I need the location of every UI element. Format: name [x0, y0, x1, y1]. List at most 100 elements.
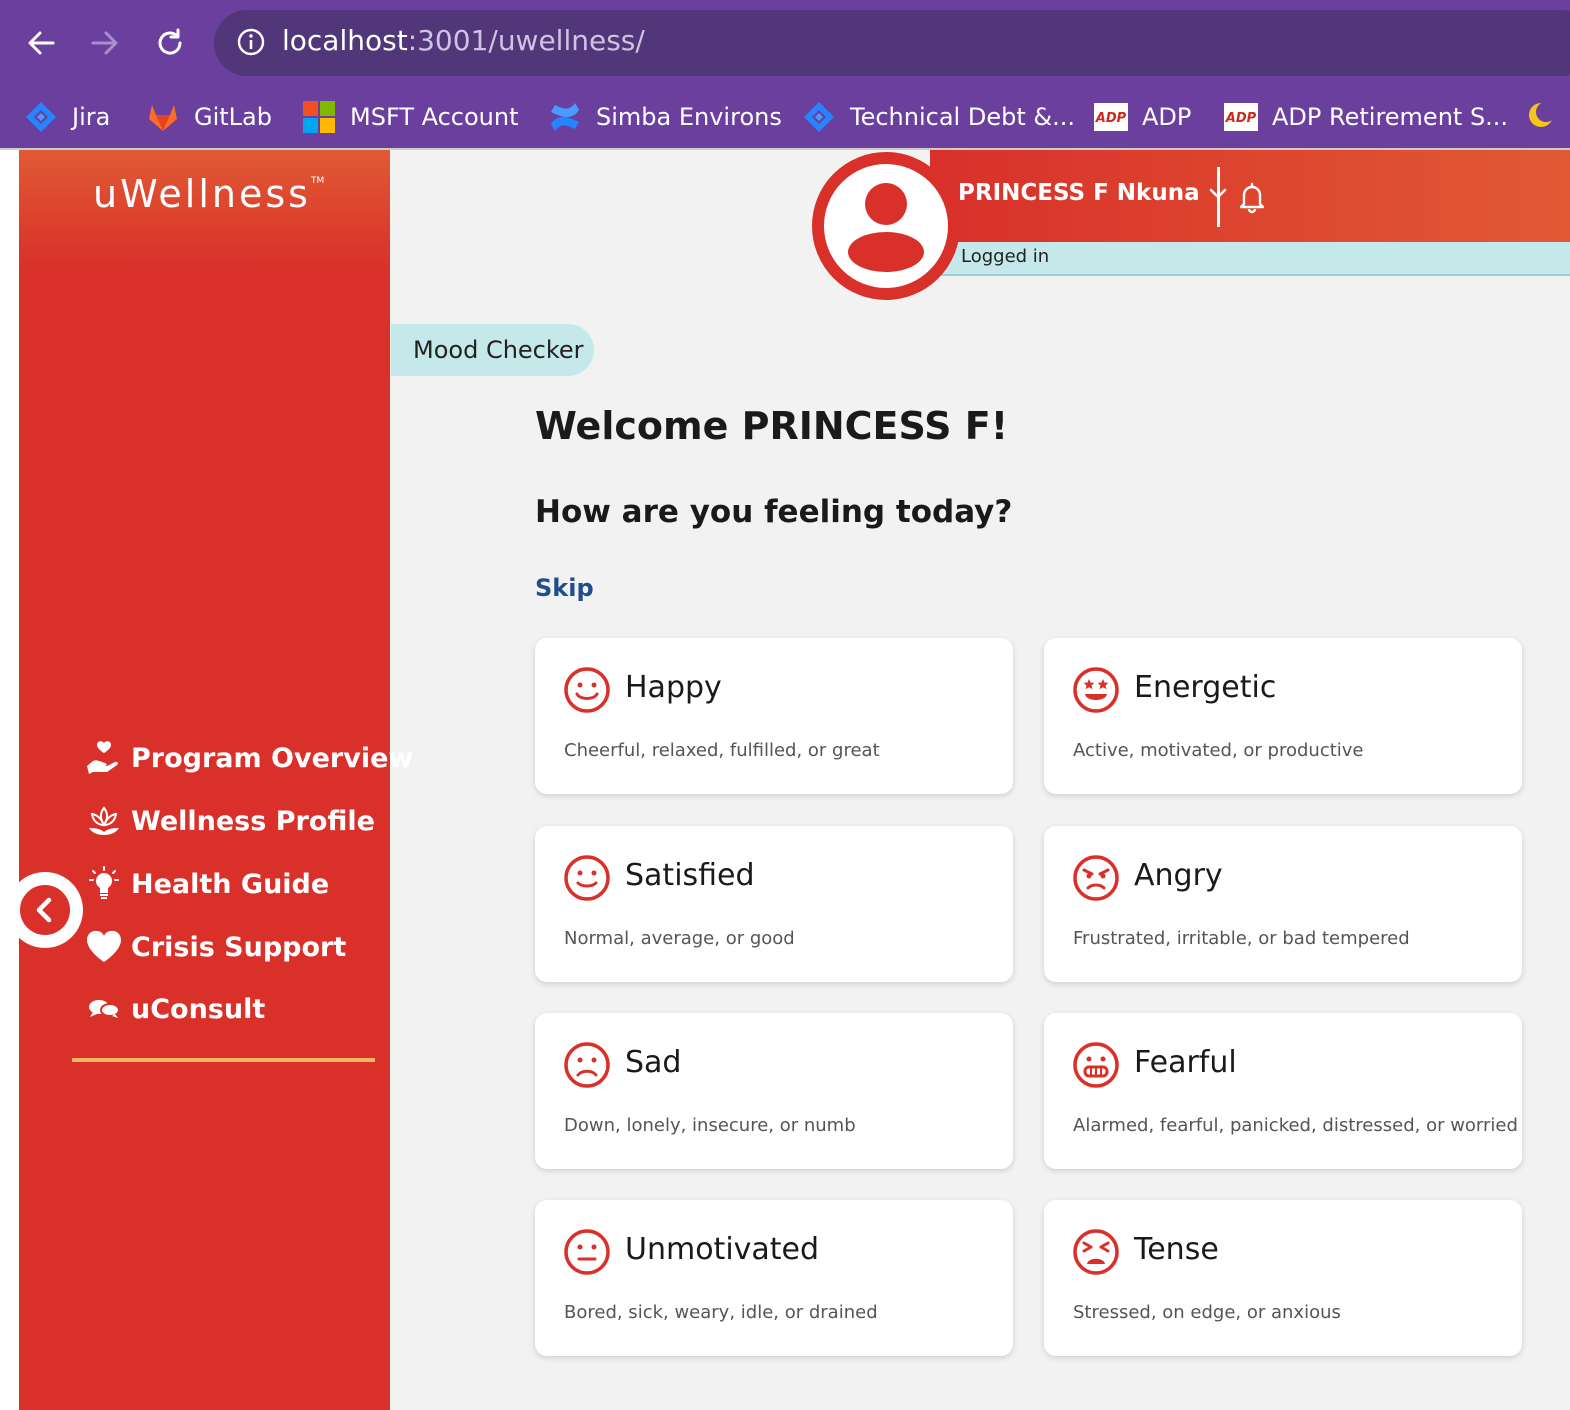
svg-text:ADP: ADP: [1095, 111, 1127, 126]
reload-icon[interactable]: [145, 18, 195, 68]
tab-mood-checker[interactable]: Mood Checker: [391, 324, 594, 376]
back-arrow-icon[interactable]: [16, 18, 66, 68]
user-menu[interactable]: PRINCESS F Nkuna: [958, 180, 1228, 206]
site-info-icon[interactable]: [236, 27, 266, 61]
sidebar-divider: [72, 1058, 375, 1062]
mood-card-angry[interactable]: Angry Frustrated, irritable, or bad temp…: [1044, 826, 1522, 982]
sidebar-item-label: Crisis Support: [131, 931, 347, 963]
bell-icon[interactable]: [1235, 180, 1269, 214]
bookmark-label: GitLab: [194, 103, 272, 131]
angry-face-icon: [1073, 855, 1119, 901]
mood-card-satisfied[interactable]: Satisfied Normal, average, or good: [535, 826, 1013, 982]
address-bar[interactable]: localhost:3001/uwellness/: [214, 10, 1570, 76]
bookmark-technical-debt[interactable]: Technical Debt &...: [802, 96, 1075, 138]
logo-trademark: TM: [310, 176, 325, 186]
url-path: :3001/uwellness/: [407, 24, 645, 57]
bookmark-adp[interactable]: ADP ADP: [1094, 96, 1191, 138]
mood-card-energetic[interactable]: Energetic Active, motivated, or producti…: [1044, 638, 1522, 794]
sidebar-item-label: Program Overview: [131, 742, 414, 774]
bookmark-msft-account[interactable]: MSFT Account: [302, 96, 519, 138]
bookmark-label: Technical Debt &...: [850, 103, 1075, 131]
skip-link[interactable]: Skip: [535, 574, 594, 602]
lightbulb-icon: [85, 865, 123, 903]
sidebar-item-label: Health Guide: [131, 868, 330, 900]
mood-label: Unmotivated: [625, 1232, 820, 1267]
browser-chrome: localhost:3001/uwellness/ Jira GitLab MS…: [0, 0, 1570, 150]
bookmark-label: ADP: [1142, 103, 1192, 131]
smile-face-icon: [564, 855, 610, 901]
lotus-icon: [85, 802, 123, 840]
mood-description: Active, motivated, or productive: [1073, 740, 1364, 761]
mood-card-happy[interactable]: Happy Cheerful, relaxed, fulfilled, or g…: [535, 638, 1013, 794]
mood-label: Satisfied: [625, 858, 755, 893]
gitlab-icon: [146, 100, 180, 134]
mood-card-tense[interactable]: Tense Stressed, on edge, or anxious: [1044, 1200, 1522, 1356]
sidebar-item-wellness-profile[interactable]: Wellness Profile: [85, 799, 375, 843]
mood-label: Happy: [625, 670, 722, 705]
mood-description: Alarmed, fearful, panicked, distressed, …: [1073, 1115, 1518, 1136]
mood-description: Cheerful, relaxed, fulfilled, or great: [564, 740, 880, 761]
bookmarks-bar: Jira GitLab MSFT Account Simba Environs …: [0, 86, 1570, 148]
sidebar-item-label: Wellness Profile: [131, 805, 375, 837]
mood-label: Angry: [1134, 858, 1223, 893]
browser-nav-row: localhost:3001/uwellness/: [0, 0, 1570, 86]
heart-icon: [85, 928, 123, 966]
sidebar-collapse-button[interactable]: [7, 872, 83, 948]
mood-label: Fearful: [1134, 1045, 1237, 1080]
avatar[interactable]: [812, 152, 960, 300]
adp-icon: ADP: [1224, 100, 1258, 134]
page-left-strip: [0, 150, 19, 1410]
tab-label: Mood Checker: [413, 336, 584, 364]
mood-card-sad[interactable]: Sad Down, lonely, insecure, or numb: [535, 1013, 1013, 1169]
happy-face-icon: [564, 667, 610, 713]
bookmark-overflow[interactable]: [1524, 96, 1558, 138]
mood-card-unmotivated[interactable]: Unmotivated Bored, sick, weary, idle, or…: [535, 1200, 1013, 1356]
page-title: Welcome PRINCESS F!: [535, 404, 1009, 448]
svg-text:ADP: ADP: [1225, 111, 1257, 126]
microsoft-icon: [302, 100, 336, 134]
forward-arrow-icon[interactable]: [80, 18, 130, 68]
moon-logo-icon: [1524, 100, 1558, 134]
login-status-strip: Logged in: [930, 242, 1570, 276]
url-host: localhost: [282, 24, 408, 57]
mood-description: Frustrated, irritable, or bad tempered: [1073, 928, 1410, 949]
neutral-face-icon: [564, 1229, 610, 1275]
chevron-left-icon: [20, 885, 70, 935]
bookmark-label: Jira: [72, 103, 111, 131]
mood-description: Stressed, on edge, or anxious: [1073, 1302, 1341, 1323]
sidebar: uWellnessTM Program Overview Wellness Pr…: [7, 150, 413, 1410]
sidebar-item-label: uConsult: [131, 993, 266, 1025]
sidebar-item-crisis-support[interactable]: Crisis Support: [85, 925, 346, 969]
bookmark-gitlab[interactable]: GitLab: [146, 96, 272, 138]
mood-label: Tense: [1134, 1232, 1219, 1267]
mood-label: Sad: [625, 1045, 682, 1080]
bookmark-label: ADP Retirement S...: [1272, 103, 1509, 131]
sidebar-item-uconsult[interactable]: uConsult: [85, 987, 265, 1031]
bookmark-label: Simba Environs: [596, 103, 782, 131]
logo-text: uWellness: [93, 172, 311, 216]
star-eyes-face-icon: [1073, 667, 1119, 713]
jira-icon: [24, 100, 58, 134]
mood-card-fearful[interactable]: Fearful Alarmed, fearful, panicked, dist…: [1044, 1013, 1522, 1169]
bookmark-simba-environs[interactable]: Simba Environs: [548, 96, 782, 138]
user-avatar-icon: [848, 183, 924, 272]
user-name: PRINCESS F Nkuna: [958, 180, 1200, 206]
login-status-text: Logged in: [961, 246, 1050, 267]
hand-heart-icon: [85, 739, 123, 777]
tired-face-icon: [1073, 1229, 1119, 1275]
mood-question: How are you feeling today?: [535, 494, 1013, 530]
bookmark-adp-retirement[interactable]: ADP ADP Retirement S...: [1224, 96, 1508, 138]
mood-description: Normal, average, or good: [564, 928, 795, 949]
sidebar-item-health-guide[interactable]: Health Guide: [85, 862, 329, 906]
sad-face-icon: [564, 1042, 610, 1088]
sidebar-item-program-overview[interactable]: Program Overview: [85, 736, 413, 780]
jira-icon: [802, 100, 836, 134]
mood-label: Energetic: [1134, 670, 1277, 705]
url-text: localhost:3001/uwellness/: [282, 24, 645, 57]
chat-bubbles-icon: [85, 990, 123, 1028]
bookmark-jira[interactable]: Jira: [24, 96, 110, 138]
grimace-face-icon: [1073, 1042, 1119, 1088]
app-logo[interactable]: uWellnessTM: [93, 172, 324, 216]
bookmark-label: MSFT Account: [350, 103, 519, 131]
mood-description: Down, lonely, insecure, or numb: [564, 1115, 856, 1136]
